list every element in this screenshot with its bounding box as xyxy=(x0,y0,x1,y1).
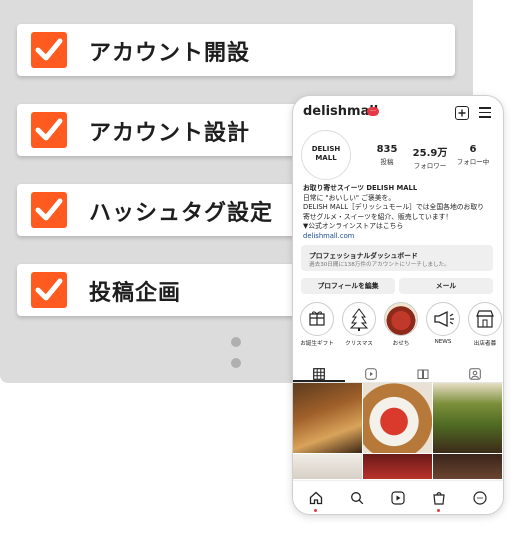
checkbox-checked-icon xyxy=(31,272,67,308)
notification-badge[interactable]: ··· xyxy=(367,107,379,116)
bio-name: お取り寄せスイーツ DELISH MALL xyxy=(303,184,418,192)
phone-mockup: delishmall ··· DELISH MALL 835 投稿 25.9万 … xyxy=(292,95,504,515)
checkbox-checked-icon xyxy=(31,32,67,68)
profile-bio: お取り寄せスイーツ DELISH MALL 日常に "おいしい" ご褒美を。 D… xyxy=(303,184,498,242)
stat-following[interactable]: 6 フォロー中 xyxy=(451,144,495,166)
bio-link[interactable]: delishmall.com xyxy=(303,232,498,242)
post-thumbnail[interactable] xyxy=(433,454,502,479)
pager-dot[interactable] xyxy=(231,337,241,347)
post-thumbnail[interactable] xyxy=(363,383,432,453)
dashboard-title: プロフェッショナルダッシュボード xyxy=(309,252,418,260)
shop-icon xyxy=(468,302,502,336)
checklist-item-label: アカウント開設 xyxy=(89,41,251,66)
reels-icon[interactable] xyxy=(391,490,405,505)
create-post-icon[interactable] xyxy=(455,106,469,120)
post-thumbnail[interactable] xyxy=(363,454,432,479)
christmas-tree-icon xyxy=(342,302,376,336)
post-thumbnail[interactable] xyxy=(293,454,362,479)
pager-dot[interactable] xyxy=(231,358,241,368)
tagged-icon[interactable] xyxy=(469,365,481,380)
highlight-item[interactable]: NEWS xyxy=(425,302,461,345)
highlight-label: お誕生ギフト xyxy=(300,341,334,347)
profile-header: delishmall ··· xyxy=(293,104,503,124)
stat-value: 6 xyxy=(469,144,477,155)
stat-label: 投稿 xyxy=(380,158,394,166)
checklist-item: アカウント開設 xyxy=(17,24,455,76)
bottom-navigation xyxy=(293,480,503,514)
highlight-label: NEWS xyxy=(434,339,452,345)
stat-followers[interactable]: 25.9万 フォロワー xyxy=(408,144,452,170)
notification-dot xyxy=(437,509,440,512)
avatar[interactable]: DELISH MALL xyxy=(301,130,351,180)
shop-bag-icon[interactable] xyxy=(432,490,446,505)
email-button[interactable]: メール xyxy=(399,278,493,294)
highlight-label: おせち xyxy=(392,341,410,347)
checkbox-checked-icon xyxy=(31,112,67,148)
home-icon[interactable] xyxy=(309,490,323,505)
active-tab-indicator xyxy=(293,380,345,382)
profile-tabs xyxy=(293,360,503,383)
post-thumbnail[interactable] xyxy=(293,383,362,453)
checkbox-checked-icon xyxy=(31,192,67,228)
stat-label: フォロワー xyxy=(413,162,447,170)
professional-dashboard[interactable]: プロフェッショナルダッシュボード 過去30日間に138万件のアカウントにリーチし… xyxy=(301,245,493,271)
stat-label: フォロー中 xyxy=(456,158,490,166)
post-thumbnail[interactable] xyxy=(433,383,502,453)
search-icon[interactable] xyxy=(350,490,364,505)
checklist-item-label: 投稿企画 xyxy=(89,281,182,306)
checklist-item-label: ハッシュタグ設定 xyxy=(89,201,274,226)
reels-icon[interactable] xyxy=(365,365,377,380)
bio-line: ▼公式オンラインストアはこちら xyxy=(303,222,404,231)
guide-icon[interactable] xyxy=(417,365,429,379)
avatar-logo-line1: DELISH xyxy=(311,145,341,153)
edit-profile-button[interactable]: プロフィールを編集 xyxy=(301,278,395,294)
profile-avatar-icon[interactable] xyxy=(473,490,487,505)
checklist-item-label: アカウント設計 xyxy=(89,121,251,146)
dashboard-subtitle: 過去30日間に138万件のアカウントにリーチしました。 xyxy=(309,262,450,268)
highlight-item[interactable]: おせち xyxy=(383,302,419,347)
menu-icon[interactable] xyxy=(479,107,491,121)
stat-value: 835 xyxy=(376,144,398,155)
bio-line: 日常に "おいしい" ご褒美を。 xyxy=(303,193,396,202)
stat-value: 25.9万 xyxy=(412,148,448,159)
post-grid xyxy=(293,383,503,479)
stat-posts[interactable]: 835 投稿 xyxy=(365,144,409,166)
megaphone-icon xyxy=(426,302,460,336)
bio-line: 寄せグルメ・スイーツを紹介、販売しています！ xyxy=(303,212,453,221)
highlight-item[interactable]: お誕生ギフト xyxy=(299,302,335,347)
osechi-photo xyxy=(384,302,418,336)
highlight-item[interactable]: 出店者募 xyxy=(467,302,503,347)
highlight-item[interactable]: クリスマス xyxy=(341,302,377,347)
bio-line: DELISH MALL［デリッシュモール］では全国各地のお取り xyxy=(303,203,484,212)
highlight-label: 出店者募 xyxy=(473,341,497,347)
highlight-label: クリスマス xyxy=(345,341,373,347)
grid-icon[interactable] xyxy=(313,365,325,380)
gift-icon xyxy=(300,302,334,336)
avatar-logo-line2: MALL xyxy=(315,154,337,162)
notification-dot xyxy=(314,509,317,512)
